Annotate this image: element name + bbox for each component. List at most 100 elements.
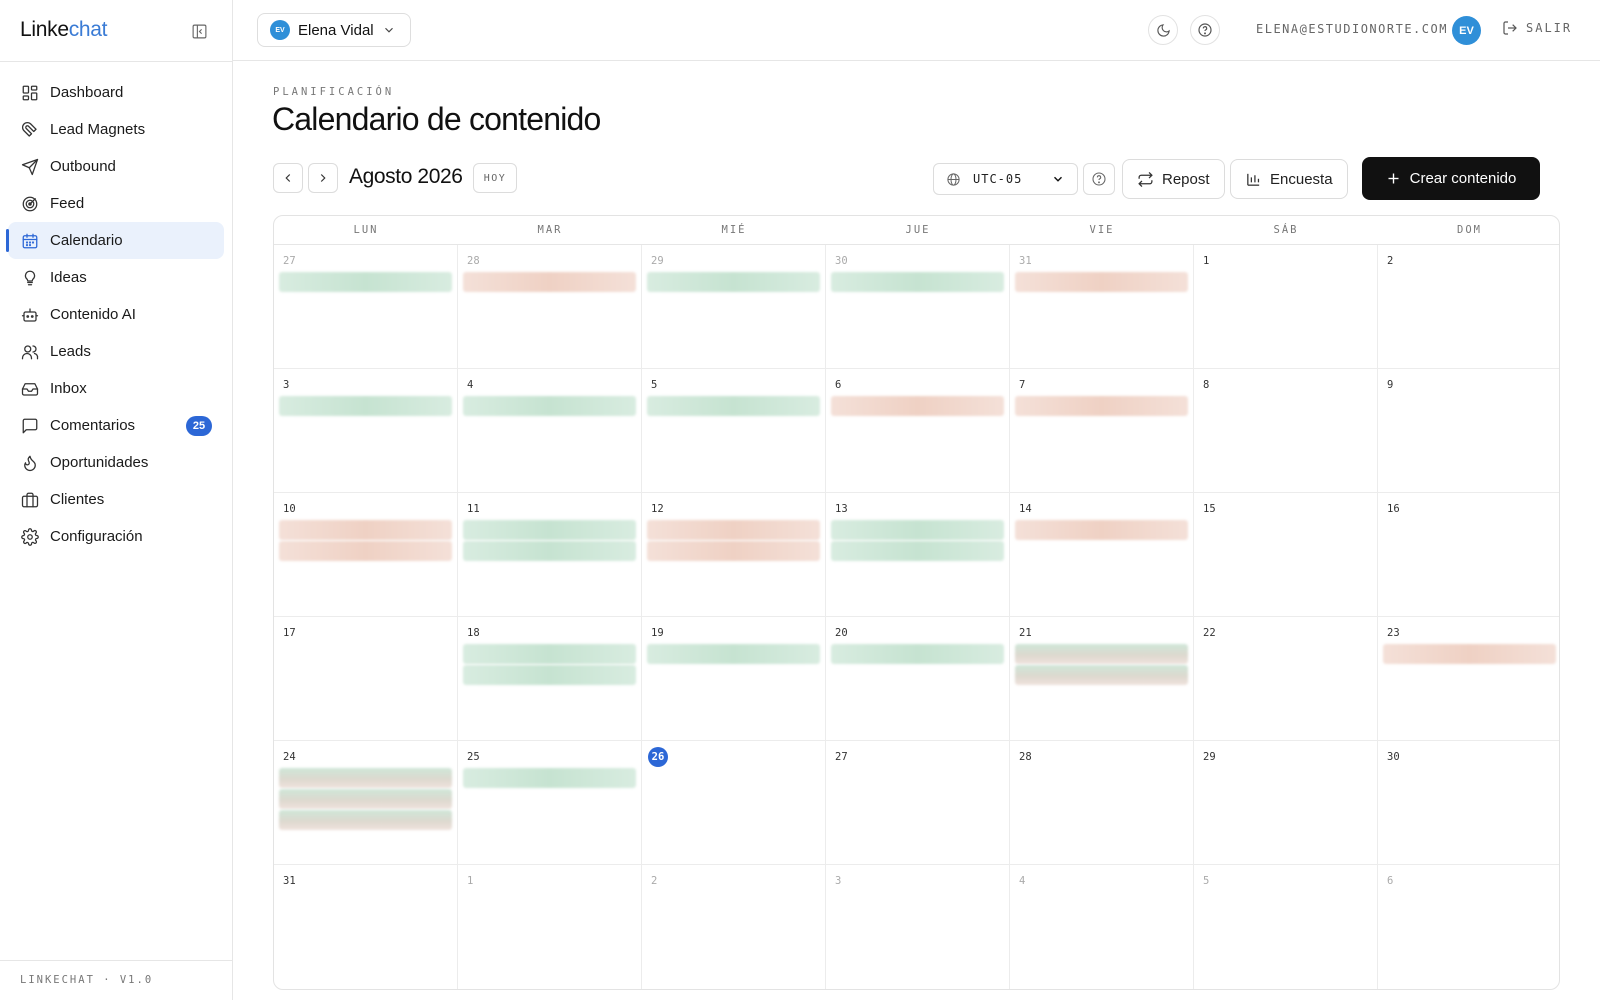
account-switcher[interactable]: EV Elena Vidal	[257, 13, 411, 47]
theme-toggle-button[interactable]	[1148, 15, 1178, 45]
scheduled-post-chip[interactable]	[279, 396, 452, 416]
calendar-day-cell[interactable]: 11	[458, 493, 642, 617]
sidebar-item-outbound[interactable]: Outbound	[8, 148, 224, 185]
scheduled-post-chip[interactable]	[647, 272, 820, 292]
scheduled-post-chip[interactable]	[279, 768, 452, 788]
calendar-day-cell[interactable]: 8	[1194, 369, 1378, 493]
calendar-day-cell[interactable]: 12	[642, 493, 826, 617]
calendar-day-cell[interactable]: 3	[274, 369, 458, 493]
calendar-day-cell[interactable]: 29	[642, 245, 826, 369]
scheduled-post-chip[interactable]	[831, 272, 1004, 292]
calendar-day-cell[interactable]: 9	[1378, 369, 1559, 493]
user-avatar[interactable]: EV	[1452, 16, 1481, 45]
calendar-day-cell[interactable]: 15	[1194, 493, 1378, 617]
sidebar-item-inbox[interactable]: Inbox	[8, 370, 224, 407]
calendar-day-cell[interactable]: 4	[458, 369, 642, 493]
timezone-select[interactable]: UTC-05	[933, 163, 1078, 195]
calendar-day-cell[interactable]: 16	[1378, 493, 1559, 617]
calendar-day-cell[interactable]: 31	[274, 865, 458, 989]
scheduled-post-chip[interactable]	[1015, 272, 1188, 292]
calendar-day-cell[interactable]: 23	[1378, 617, 1559, 741]
calendar-day-cell[interactable]: 17	[274, 617, 458, 741]
scheduled-post-chip[interactable]	[279, 789, 452, 809]
logout-button[interactable]: SALIR	[1502, 20, 1572, 36]
scheduled-post-chip[interactable]	[1015, 520, 1188, 540]
scheduled-post-chip[interactable]	[463, 665, 636, 685]
calendar-day-cell[interactable]: 2	[642, 865, 826, 989]
calendar-day-cell[interactable]: 6	[1378, 865, 1559, 989]
sidebar-item-ideas[interactable]: Ideas	[8, 259, 224, 296]
scheduled-post-chip[interactable]	[647, 396, 820, 416]
prev-month-button[interactable]	[273, 163, 303, 193]
scheduled-post-chip[interactable]	[647, 644, 820, 664]
calendar-day-cell[interactable]: 6	[826, 369, 1010, 493]
poll-button[interactable]: Encuesta	[1230, 159, 1348, 199]
scheduled-post-chip[interactable]	[279, 520, 452, 540]
scheduled-post-chip[interactable]	[1015, 644, 1188, 664]
scheduled-post-chip[interactable]	[463, 541, 636, 561]
scheduled-post-chip[interactable]	[279, 810, 452, 830]
help-button[interactable]	[1190, 15, 1220, 45]
scheduled-post-chip[interactable]	[463, 272, 636, 292]
calendar-day-cell[interactable]: 18	[458, 617, 642, 741]
calendar-day-cell[interactable]: 30	[826, 245, 1010, 369]
calendar-day-cell[interactable]: 29	[1194, 741, 1378, 865]
collapse-sidebar-button[interactable]	[189, 21, 209, 41]
timezone-help-button[interactable]	[1083, 163, 1115, 195]
scheduled-post-chip[interactable]	[831, 520, 1004, 540]
today-button[interactable]: HOY	[473, 163, 517, 193]
sidebar-item-oportunidades[interactable]: Oportunidades	[8, 444, 224, 481]
calendar-day-cell[interactable]: 22	[1194, 617, 1378, 741]
calendar-day-cell[interactable]: 28	[458, 245, 642, 369]
calendar-day-cell[interactable]: 1	[458, 865, 642, 989]
calendar-day-cell[interactable]: 24	[274, 741, 458, 865]
sidebar-item-contenido-ai[interactable]: Contenido AI	[8, 296, 224, 333]
sidebar-item-comentarios[interactable]: Comentarios 25	[8, 407, 224, 444]
calendar-day-cell[interactable]: 28	[1010, 741, 1194, 865]
calendar-day-cell[interactable]: 25	[458, 741, 642, 865]
next-month-button[interactable]	[308, 163, 338, 193]
calendar-day-cell[interactable]: 4	[1010, 865, 1194, 989]
calendar-day-cell[interactable]: 1	[1194, 245, 1378, 369]
calendar-day-cell[interactable]: 20	[826, 617, 1010, 741]
scheduled-post-chip[interactable]	[463, 644, 636, 664]
sidebar-item-dashboard[interactable]: Dashboard	[8, 74, 224, 111]
calendar-day-cell[interactable]: 10	[274, 493, 458, 617]
calendar-day-cell[interactable]: 31	[1010, 245, 1194, 369]
calendar-day-cell[interactable]: 26	[642, 741, 826, 865]
calendar-day-cell[interactable]: 13	[826, 493, 1010, 617]
scheduled-post-chip[interactable]	[463, 520, 636, 540]
calendar-day-cell[interactable]: 30	[1378, 741, 1559, 865]
calendar-day-cell[interactable]: 2	[1378, 245, 1559, 369]
scheduled-post-chip[interactable]	[647, 520, 820, 540]
sidebar-item-feed[interactable]: Feed	[8, 185, 224, 222]
calendar-day-cell[interactable]: 3	[826, 865, 1010, 989]
sidebar-item-calendario[interactable]: Calendario	[6, 222, 224, 259]
scheduled-post-chip[interactable]	[279, 541, 452, 561]
sidebar-item-leads[interactable]: Leads	[8, 333, 224, 370]
scheduled-post-chip[interactable]	[463, 396, 636, 416]
repost-button[interactable]: Repost	[1122, 159, 1225, 199]
scheduled-post-chip[interactable]	[831, 396, 1004, 416]
calendar-day-cell[interactable]: 5	[1194, 865, 1378, 989]
calendar-day-cell[interactable]: 19	[642, 617, 826, 741]
sidebar-item-clientes[interactable]: Clientes	[8, 481, 224, 518]
scheduled-post-chip[interactable]	[279, 272, 452, 292]
scheduled-post-chip[interactable]	[647, 541, 820, 561]
scheduled-post-chip[interactable]	[1015, 396, 1188, 416]
scheduled-post-chip[interactable]	[831, 644, 1004, 664]
scheduled-post-chip[interactable]	[463, 768, 636, 788]
sidebar-item-lead-magnets[interactable]: Lead Magnets	[8, 111, 224, 148]
calendar-day-cell[interactable]: 5	[642, 369, 826, 493]
calendar-day-cell[interactable]: 14	[1010, 493, 1194, 617]
create-content-button[interactable]: Crear contenido	[1362, 157, 1540, 200]
calendar-day-cell[interactable]: 21	[1010, 617, 1194, 741]
calendar-day-cell[interactable]: 7	[1010, 369, 1194, 493]
scheduled-post-chip[interactable]	[1383, 644, 1556, 664]
calendar-day-cell[interactable]: 27	[826, 741, 1010, 865]
scheduled-post-chip[interactable]	[831, 541, 1004, 561]
scheduled-post-chip[interactable]	[1015, 665, 1188, 685]
brand-logo[interactable]: Linkechat	[20, 18, 108, 42]
calendar-day-cell[interactable]: 27	[274, 245, 458, 369]
sidebar-item-configuracion[interactable]: Configuración	[8, 518, 224, 555]
